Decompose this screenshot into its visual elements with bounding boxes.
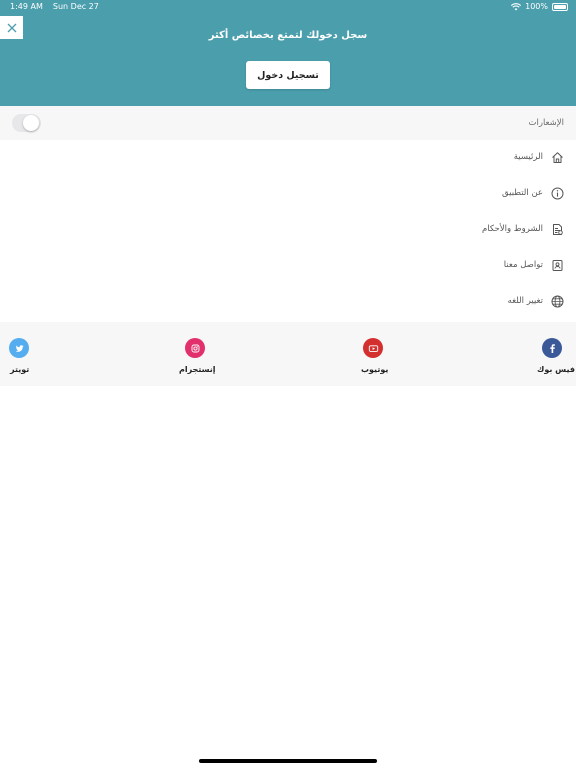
login-button[interactable]: تسجيل دخول xyxy=(246,61,330,89)
login-prompt-text: سجل دخولك لتمتع بخصائص أكثر xyxy=(208,30,368,41)
menu-item-home[interactable]: الرئيسية xyxy=(0,143,576,173)
twitter-link[interactable]: تويتر xyxy=(0,338,60,382)
home-icon xyxy=(552,152,563,163)
status-bar: 1:49 AM Sun Dec 27 100% xyxy=(0,0,576,14)
toggle-knob xyxy=(23,115,39,131)
globe-icon xyxy=(551,295,564,308)
status-date: Sun Dec 27 xyxy=(52,2,99,11)
notifications-row: الإشعارات xyxy=(0,106,576,140)
contact-card-icon xyxy=(552,260,563,271)
menu-item-label: عن التطبيق xyxy=(502,188,543,198)
battery-percent: 100% xyxy=(525,2,548,11)
wifi-icon xyxy=(511,2,522,10)
social-links-bar xyxy=(0,322,576,386)
instagram-icon xyxy=(185,338,205,358)
instagram-link[interactable]: إنستجرام xyxy=(165,338,225,382)
battery-icon xyxy=(552,2,568,11)
notifications-toggle[interactable] xyxy=(12,114,41,132)
menu-item-label: الشروط والأحكام xyxy=(481,224,543,234)
home-indicator xyxy=(199,759,377,763)
menu-item-label: الرئيسية xyxy=(513,152,543,162)
facebook-label: فيس بوك xyxy=(537,365,575,374)
menu-item-contact[interactable]: تواصل معنا xyxy=(0,251,576,281)
info-icon xyxy=(551,187,564,200)
status-time: 1:49 AM xyxy=(10,2,43,11)
menu-item-terms[interactable]: الشروط والأحكام xyxy=(0,215,576,245)
facebook-icon xyxy=(542,338,562,358)
menu-item-label: تغيير اللغه xyxy=(507,296,543,306)
menu-item-about[interactable]: عن التطبيق xyxy=(0,179,576,209)
side-menu-screen: 1:49 AM Sun Dec 27 100% سجل دخولك لتمتع … xyxy=(0,0,576,768)
youtube-link[interactable]: يوتيوب xyxy=(343,338,403,382)
document-icon xyxy=(553,224,563,235)
youtube-icon xyxy=(363,338,383,358)
menu-item-language[interactable]: تغيير اللغه xyxy=(0,287,576,317)
login-header: 1:49 AM Sun Dec 27 100% سجل دخولك لتمتع … xyxy=(0,0,576,106)
twitter-icon xyxy=(9,338,29,358)
facebook-link[interactable]: فيس بوك xyxy=(523,338,576,382)
youtube-label: يوتيوب xyxy=(361,365,389,374)
instagram-label: إنستجرام xyxy=(179,365,216,374)
notifications-label: الإشعارات xyxy=(528,118,565,128)
menu-item-label: تواصل معنا xyxy=(503,260,543,270)
twitter-label: تويتر xyxy=(10,365,30,374)
